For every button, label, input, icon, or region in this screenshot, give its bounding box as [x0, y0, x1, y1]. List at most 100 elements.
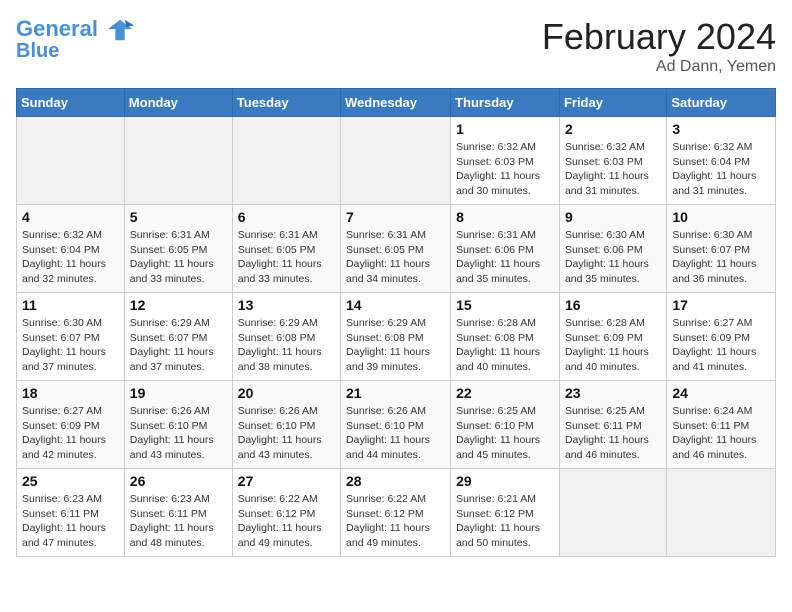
day-number: 26 — [130, 473, 227, 489]
day-info: Sunrise: 6:22 AM Sunset: 6:12 PM Dayligh… — [238, 492, 335, 551]
calendar-header-row: SundayMondayTuesdayWednesdayThursdayFrid… — [17, 89, 776, 117]
day-info: Sunrise: 6:30 AM Sunset: 6:06 PM Dayligh… — [565, 228, 661, 287]
day-info: Sunrise: 6:29 AM Sunset: 6:08 PM Dayligh… — [238, 316, 335, 375]
calendar-day-cell: 24 Sunrise: 6:24 AM Sunset: 6:11 PM Dayli… — [667, 381, 776, 469]
day-number: 22 — [456, 385, 554, 401]
day-info: Sunrise: 6:27 AM Sunset: 6:09 PM Dayligh… — [672, 316, 770, 375]
calendar-day-cell: 29 Sunrise: 6:21 AM Sunset: 6:12 PM Dayli… — [451, 469, 560, 557]
day-number: 6 — [238, 209, 335, 225]
calendar-day-cell: 20 Sunrise: 6:26 AM Sunset: 6:10 PM Dayli… — [232, 381, 340, 469]
day-number: 2 — [565, 121, 661, 137]
calendar-day-cell: 4 Sunrise: 6:32 AM Sunset: 6:04 PM Daylig… — [17, 205, 125, 293]
calendar-day-cell — [17, 117, 125, 205]
day-info: Sunrise: 6:21 AM Sunset: 6:12 PM Dayligh… — [456, 492, 554, 551]
day-info: Sunrise: 6:32 AM Sunset: 6:04 PM Dayligh… — [672, 140, 770, 199]
day-number: 12 — [130, 297, 227, 313]
calendar-day-cell: 7Sunrise: 6:31 AM Sunset: 6:05 PM Daylig… — [341, 205, 451, 293]
calendar-day-cell: 8 Sunrise: 6:31 AM Sunset: 6:06 PM Daylig… — [451, 205, 560, 293]
page-header: General Blue February 2024 Ad Dann, Yeme… — [16, 16, 776, 76]
day-number: 9 — [565, 209, 661, 225]
day-info: Sunrise: 6:24 AM Sunset: 6:11 PM Dayligh… — [672, 404, 770, 463]
day-number: 23 — [565, 385, 661, 401]
day-number: 1 — [456, 121, 554, 137]
calendar-day-cell: 21 Sunrise: 6:26 AM Sunset: 6:10 PM Dayli… — [341, 381, 451, 469]
day-info: Sunrise: 6:23 AM Sunset: 6:11 PM Dayligh… — [130, 492, 227, 551]
day-number: 21 — [346, 385, 445, 401]
day-number: 4 — [22, 209, 119, 225]
day-number: 15 — [456, 297, 554, 313]
calendar-day-cell — [232, 117, 340, 205]
day-number: 27 — [238, 473, 335, 489]
day-info: Sunrise: 6:32 AM Sunset: 6:03 PM Dayligh… — [565, 140, 661, 199]
calendar-week-row: 25 Sunrise: 6:23 AM Sunset: 6:11 PM Dayli… — [17, 469, 776, 557]
day-info: Sunrise: 6:31 AM Sunset: 6:06 PM Dayligh… — [456, 228, 554, 287]
day-number: 14 — [346, 297, 445, 313]
day-number: 8 — [456, 209, 554, 225]
calendar-day-cell: 23 Sunrise: 6:25 AM Sunset: 6:11 PM Dayli… — [559, 381, 666, 469]
day-info: Sunrise: 6:22 AM Sunset: 6:12 PM Dayligh… — [346, 492, 445, 551]
calendar-body: 1 Sunrise: 6:32 AM Sunset: 6:03 PM Daylig… — [17, 117, 776, 557]
calendar-day-cell: 19 Sunrise: 6:26 AM Sunset: 6:10 PM Dayli… — [124, 381, 232, 469]
calendar-day-cell: 11Sunrise: 6:30 AM Sunset: 6:07 PM Dayli… — [17, 293, 125, 381]
calendar-day-cell — [559, 469, 666, 557]
day-number: 13 — [238, 297, 335, 313]
day-of-week-header: Sunday — [17, 89, 125, 117]
day-of-week-header: Thursday — [451, 89, 560, 117]
day-of-week-header: Tuesday — [232, 89, 340, 117]
calendar-week-row: 1 Sunrise: 6:32 AM Sunset: 6:03 PM Daylig… — [17, 117, 776, 205]
calendar-day-cell: 28 Sunrise: 6:22 AM Sunset: 6:12 PM Dayli… — [341, 469, 451, 557]
day-number: 19 — [130, 385, 227, 401]
calendar-week-row: 4 Sunrise: 6:32 AM Sunset: 6:04 PM Daylig… — [17, 205, 776, 293]
calendar-day-cell: 2 Sunrise: 6:32 AM Sunset: 6:03 PM Daylig… — [559, 117, 666, 205]
day-number: 10 — [672, 209, 770, 225]
calendar-day-cell: 9 Sunrise: 6:30 AM Sunset: 6:06 PM Daylig… — [559, 205, 666, 293]
day-number: 17 — [672, 297, 770, 313]
calendar-day-cell: 5 Sunrise: 6:31 AM Sunset: 6:05 PM Daylig… — [124, 205, 232, 293]
day-number: 20 — [238, 385, 335, 401]
calendar-day-cell: 10 Sunrise: 6:30 AM Sunset: 6:07 PM Dayli… — [667, 205, 776, 293]
day-number: 5 — [130, 209, 227, 225]
day-info: Sunrise: 6:32 AM Sunset: 6:04 PM Dayligh… — [22, 228, 119, 287]
day-info: Sunrise: 6:30 AM Sunset: 6:07 PM Dayligh… — [672, 228, 770, 287]
day-info: Sunrise: 6:30 AM Sunset: 6:07 PM Dayligh… — [22, 316, 119, 375]
calendar-day-cell: 12 Sunrise: 6:29 AM Sunset: 6:07 PM Dayli… — [124, 293, 232, 381]
day-info: Sunrise: 6:31 AM Sunset: 6:05 PM Dayligh… — [130, 228, 227, 287]
calendar-day-cell: 27 Sunrise: 6:22 AM Sunset: 6:12 PM Dayli… — [232, 469, 340, 557]
day-info: Sunrise: 6:28 AM Sunset: 6:09 PM Dayligh… — [565, 316, 661, 375]
day-of-week-header: Saturday — [667, 89, 776, 117]
day-info: Sunrise: 6:26 AM Sunset: 6:10 PM Dayligh… — [130, 404, 227, 463]
calendar-day-cell: 13 Sunrise: 6:29 AM Sunset: 6:08 PM Dayli… — [232, 293, 340, 381]
day-number: 25 — [22, 473, 119, 489]
day-info: Sunrise: 6:25 AM Sunset: 6:10 PM Dayligh… — [456, 404, 554, 463]
calendar-day-cell: 17 Sunrise: 6:27 AM Sunset: 6:09 PM Dayli… — [667, 293, 776, 381]
calendar-day-cell — [124, 117, 232, 205]
calendar-week-row: 18 Sunrise: 6:27 AM Sunset: 6:09 PM Dayli… — [17, 381, 776, 469]
day-info: Sunrise: 6:26 AM Sunset: 6:10 PM Dayligh… — [346, 404, 445, 463]
day-of-week-header: Monday — [124, 89, 232, 117]
calendar-day-cell: 15Sunrise: 6:28 AM Sunset: 6:08 PM Dayli… — [451, 293, 560, 381]
day-info: Sunrise: 6:29 AM Sunset: 6:07 PM Dayligh… — [130, 316, 227, 375]
month-title: February 2024 — [542, 16, 776, 58]
day-info: Sunrise: 6:29 AM Sunset: 6:08 PM Dayligh… — [346, 316, 445, 375]
day-info: Sunrise: 6:31 AM Sunset: 6:05 PM Dayligh… — [346, 228, 445, 287]
calendar-day-cell: 16 Sunrise: 6:28 AM Sunset: 6:09 PM Dayli… — [559, 293, 666, 381]
day-of-week-header: Wednesday — [341, 89, 451, 117]
calendar-day-cell: 3 Sunrise: 6:32 AM Sunset: 6:04 PM Daylig… — [667, 117, 776, 205]
day-number: 18 — [22, 385, 119, 401]
title-block: February 2024 Ad Dann, Yemen — [542, 16, 776, 76]
day-number: 3 — [672, 121, 770, 137]
calendar-week-row: 11Sunrise: 6:30 AM Sunset: 6:07 PM Dayli… — [17, 293, 776, 381]
day-info: Sunrise: 6:25 AM Sunset: 6:11 PM Dayligh… — [565, 404, 661, 463]
day-number: 29 — [456, 473, 554, 489]
day-info: Sunrise: 6:23 AM Sunset: 6:11 PM Dayligh… — [22, 492, 119, 551]
calendar-day-cell: 6 Sunrise: 6:31 AM Sunset: 6:05 PM Daylig… — [232, 205, 340, 293]
day-number: 16 — [565, 297, 661, 313]
day-info: Sunrise: 6:31 AM Sunset: 6:05 PM Dayligh… — [238, 228, 335, 287]
day-info: Sunrise: 6:26 AM Sunset: 6:10 PM Dayligh… — [238, 404, 335, 463]
calendar-day-cell: 14 Sunrise: 6:29 AM Sunset: 6:08 PM Dayli… — [341, 293, 451, 381]
day-info: Sunrise: 6:27 AM Sunset: 6:09 PM Dayligh… — [22, 404, 119, 463]
day-info: Sunrise: 6:32 AM Sunset: 6:03 PM Dayligh… — [456, 140, 554, 199]
day-of-week-header: Friday — [559, 89, 666, 117]
day-number: 24 — [672, 385, 770, 401]
day-number: 28 — [346, 473, 445, 489]
